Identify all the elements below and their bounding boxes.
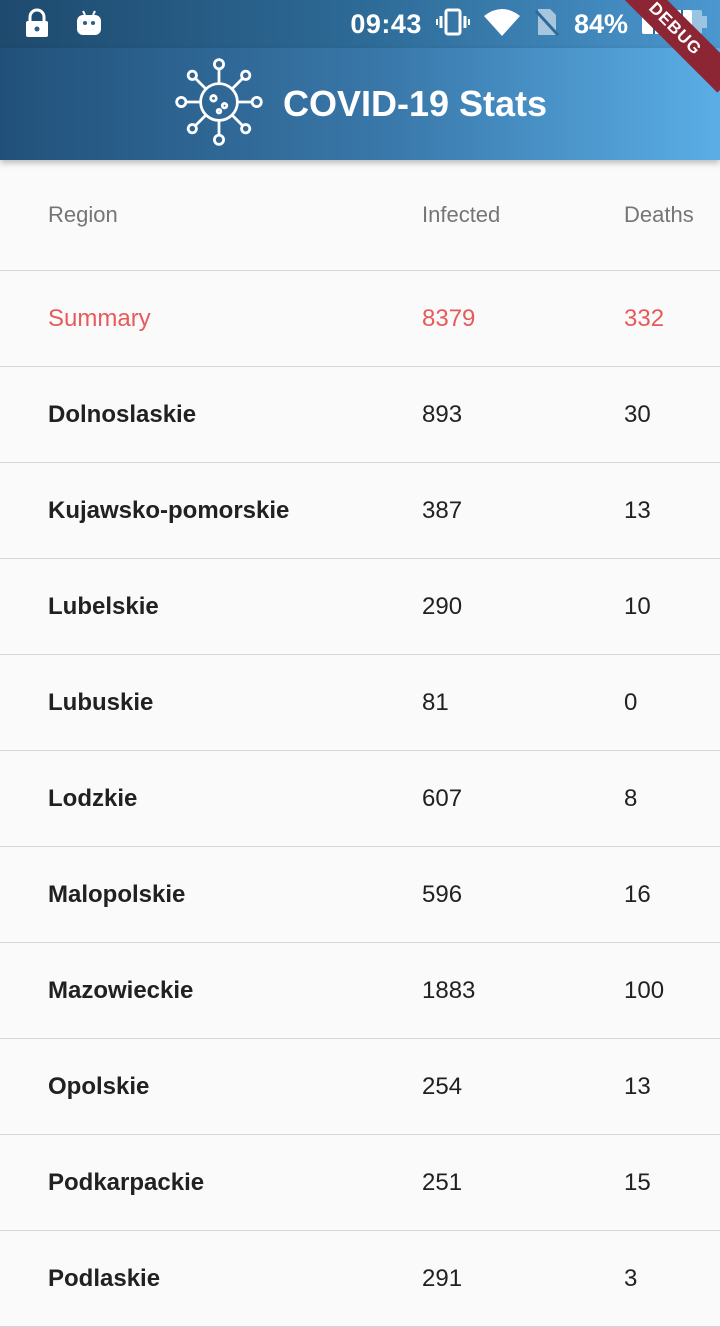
region-name: Kujawsko-pomorskie xyxy=(48,496,290,524)
infected-count: 251 xyxy=(422,1168,463,1196)
table-row[interactable]: Malopolskie 596 16 xyxy=(0,847,720,943)
wifi-icon xyxy=(483,8,520,41)
table-row[interactable]: Kujawsko-pomorskie 387 13 xyxy=(0,463,720,559)
infected-count: 254 xyxy=(422,1072,463,1100)
region-name: Podlaskie xyxy=(48,1264,161,1292)
region-name: Malopolskie xyxy=(48,880,186,908)
deaths-count: 10 xyxy=(624,592,651,620)
no-sim-icon xyxy=(534,7,560,42)
deaths-count: 16 xyxy=(624,880,651,908)
table-row[interactable]: Lubuskie 81 0 xyxy=(0,655,720,751)
app-title: COVID-19 Stats xyxy=(282,83,548,124)
table-row[interactable]: Lodzkie 607 8 xyxy=(0,751,720,847)
infected-count: 893 xyxy=(422,400,463,428)
region-name: Podkarpackie xyxy=(48,1168,205,1196)
column-header-region[interactable]: Region xyxy=(48,202,118,228)
vibrate-icon xyxy=(435,8,470,41)
infected-count: 387 xyxy=(422,496,463,524)
infected-count: 596 xyxy=(422,880,463,908)
region-name: Lubelskie xyxy=(48,592,159,620)
summary-deaths: 332 xyxy=(624,304,665,332)
deaths-count: 13 xyxy=(624,496,651,524)
android-icon xyxy=(76,9,102,42)
virus-icon xyxy=(173,56,265,153)
table-header-row: Region Infected Deaths xyxy=(0,160,720,271)
deaths-count: 8 xyxy=(624,784,638,812)
table-row[interactable]: Podkarpackie 251 15 xyxy=(0,1135,720,1231)
infected-count: 290 xyxy=(422,592,463,620)
stats-table: Region Infected Deaths Summary 8379 332 … xyxy=(0,160,720,1327)
deaths-count: 3 xyxy=(624,1264,638,1292)
lock-icon xyxy=(24,8,50,43)
column-header-deaths[interactable]: Deaths xyxy=(624,202,694,228)
summary-row[interactable]: Summary 8379 332 xyxy=(0,271,720,367)
infected-count: 81 xyxy=(422,688,449,716)
battery-percent: 84% xyxy=(573,8,628,39)
table-row[interactable]: Podlaskie 291 3 xyxy=(0,1231,720,1327)
deaths-count: 15 xyxy=(624,1168,651,1196)
region-name: Lodzkie xyxy=(48,784,138,812)
summary-region: Summary xyxy=(48,304,151,332)
region-name: Mazowieckie xyxy=(48,976,194,1004)
table-row[interactable]: Lubelskie 290 10 xyxy=(0,559,720,655)
table-row[interactable]: Opolskie 254 13 xyxy=(0,1039,720,1135)
table-row[interactable]: Mazowieckie 1883 100 xyxy=(0,943,720,1039)
infected-count: 291 xyxy=(422,1264,463,1292)
summary-infected: 8379 xyxy=(422,304,476,332)
deaths-count: 30 xyxy=(624,400,651,428)
deaths-count: 13 xyxy=(624,1072,651,1100)
region-name: Opolskie xyxy=(48,1072,150,1100)
table-row[interactable]: Dolnoslaskie 893 30 xyxy=(0,367,720,463)
status-bar: 09:43 84% xyxy=(0,0,720,48)
infected-count: 607 xyxy=(422,784,463,812)
column-header-infected[interactable]: Infected xyxy=(422,202,500,228)
region-name: Lubuskie xyxy=(48,688,154,716)
status-time: 09:43 xyxy=(350,8,422,39)
deaths-count: 0 xyxy=(624,688,638,716)
region-name: Dolnoslaskie xyxy=(48,400,197,428)
app-bar: COVID-19 Stats xyxy=(0,48,720,160)
deaths-count: 100 xyxy=(624,976,665,1004)
infected-count: 1883 xyxy=(422,976,476,1004)
